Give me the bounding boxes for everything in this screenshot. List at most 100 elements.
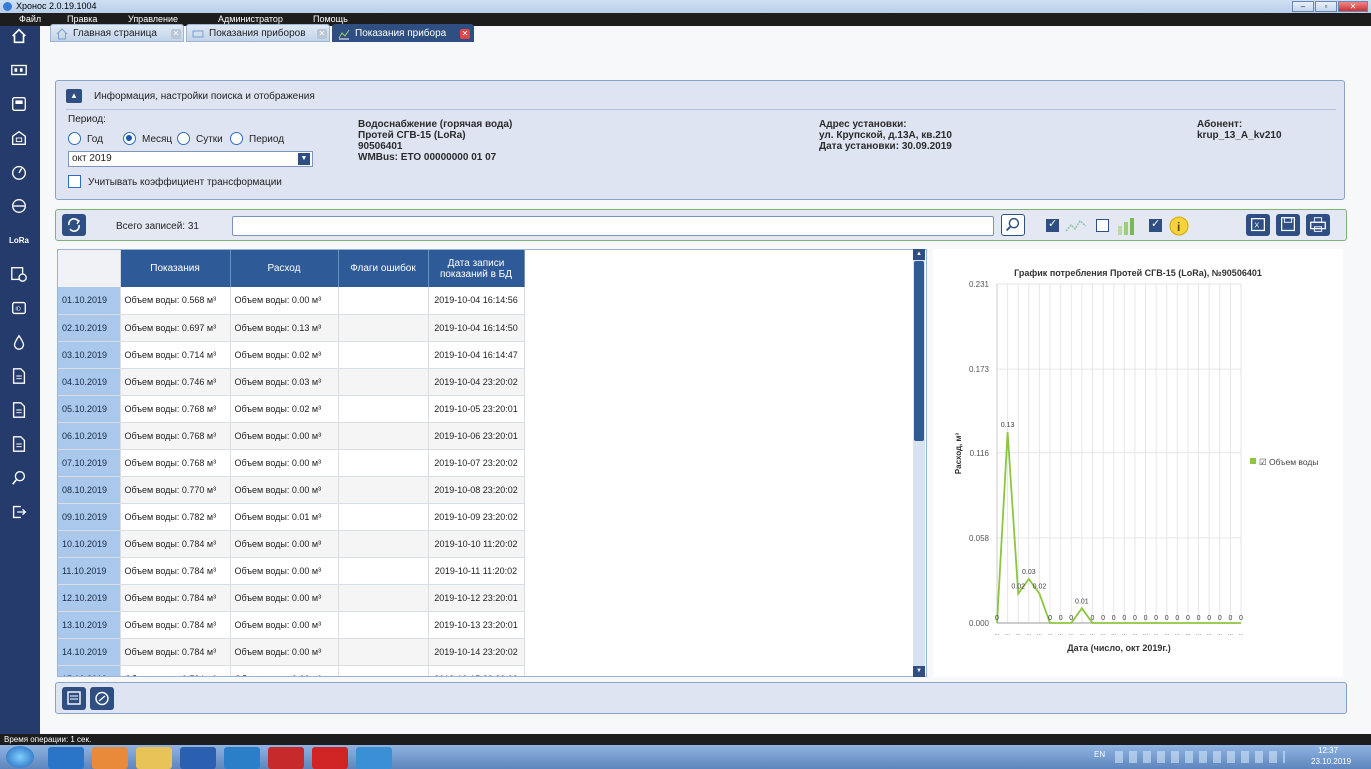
home-nav-icon[interactable] [9, 26, 29, 46]
close-icon[interactable]: ✕ [317, 29, 327, 39]
table-row[interactable]: 11.10.2019 Объем воды: 0.784 м³ Объем воды… [58, 557, 525, 585]
table-row[interactable]: 03.10.2019 Объем воды: 0.714 м³ Объем воды… [58, 341, 525, 369]
show-info-checkbox[interactable] [1149, 217, 1162, 232]
collapse-button[interactable]: ▲ [66, 89, 82, 103]
table-row[interactable]: 09.10.2019 Объем воды: 0.782 м³ Объем воды… [58, 503, 525, 531]
clock-date[interactable]: 23.10.2019 [1311, 757, 1351, 766]
table-row[interactable]: 04.10.2019 Объем воды: 0.746 м³ Объем воды… [58, 368, 525, 396]
refresh-button[interactable] [62, 214, 86, 236]
search-button[interactable] [1001, 214, 1025, 236]
transform-checkbox[interactable] [68, 175, 81, 188]
clock-time[interactable]: 12:37 [1318, 746, 1338, 755]
menu-file[interactable]: Файл [19, 13, 41, 26]
cell-readings: Объем воды: 0.768 м³ [120, 395, 231, 423]
device-nav-icon[interactable] [9, 94, 29, 114]
cell-date: 07.10.2019 [58, 449, 121, 477]
table-header-consumption[interactable]: Расход [230, 250, 339, 287]
language-indicator[interactable]: EN [1094, 750, 1105, 759]
search-input[interactable] [232, 216, 994, 236]
table-row[interactable]: 02.10.2019 Объем воды: 0.697 м³ Объем воды… [58, 314, 525, 342]
report2-nav-icon[interactable] [9, 400, 29, 420]
telegram-taskbar-icon[interactable] [224, 747, 260, 769]
radio-period[interactable] [230, 132, 243, 145]
x-tick-label: ... [1026, 631, 1031, 637]
cell-error-flags [338, 422, 429, 450]
info-icon[interactable]: i [1168, 215, 1190, 237]
cell-error-flags [338, 665, 429, 676]
table-row[interactable]: 01.10.2019 Объем воды: 0.568 м³ Объем воды… [58, 287, 525, 315]
pdf-taskbar-icon[interactable] [268, 747, 304, 769]
data-label: 0.02 [1011, 584, 1025, 591]
maximize-button[interactable]: ▫ [1315, 1, 1337, 12]
table-row[interactable]: 05.10.2019 Объем воды: 0.768 м³ Объем воды… [58, 395, 525, 423]
tab-meter-readings[interactable]: Показания прибора ✕ [332, 24, 474, 42]
tab-meters[interactable]: Показания приборов ✕ [186, 24, 330, 42]
period-select[interactable]: окт 2019 ▼ [68, 151, 313, 167]
table-row[interactable]: 15.10.2019Объем воды: 0.784 м³Объем воды… [58, 665, 525, 676]
gauge-nav-icon[interactable] [9, 162, 29, 182]
window-titlebar: Хронос 2.0.19.1004 – ▫ ✕ [0, 0, 1371, 13]
opera-taskbar-icon[interactable] [312, 747, 348, 769]
radio-year[interactable] [68, 132, 81, 145]
minimize-button[interactable]: – [1292, 1, 1314, 12]
report3-nav-icon[interactable] [9, 434, 29, 454]
close-icon[interactable]: ✕ [171, 29, 181, 39]
x-tick-label: ... [1101, 631, 1106, 637]
list-button[interactable] [62, 687, 86, 710]
id-nav-icon[interactable]: ID [9, 298, 29, 318]
close-icon[interactable]: ✕ [460, 29, 470, 39]
printer-icon [1310, 217, 1326, 232]
table-header-error-flags[interactable]: Флаги ошибок [338, 250, 429, 287]
show-bar-chart-checkbox[interactable] [1096, 219, 1109, 232]
table-row[interactable]: 13.10.2019 Объем воды: 0.784 м³ Объем воды… [58, 611, 525, 639]
show-chart-checkbox[interactable] [1046, 217, 1059, 232]
export-excel-button[interactable]: X [1246, 214, 1270, 236]
cell-date: 02.10.2019 [58, 314, 121, 342]
chevron-down-icon[interactable]: ▼ [298, 153, 310, 165]
word-taskbar-icon[interactable] [180, 747, 216, 769]
table-row[interactable]: 07.10.2019 Объем воды: 0.768 м³ Объем воды… [58, 449, 525, 477]
radio-day[interactable] [177, 132, 190, 145]
print-button[interactable] [1306, 214, 1330, 236]
report-nav-icon[interactable] [9, 366, 29, 386]
scroll-up-icon[interactable]: ▲ [913, 249, 925, 260]
x-tick-label: ... [1238, 631, 1243, 637]
settings-button[interactable] [90, 687, 114, 710]
table-header-readings[interactable]: Показания [120, 250, 231, 287]
building-nav-icon[interactable] [9, 128, 29, 148]
table-row[interactable]: 12.10.2019 Объем воды: 0.784 м³ Объем воды… [58, 584, 525, 612]
data-label: 0 [1207, 615, 1211, 622]
save-button[interactable] [1276, 214, 1300, 236]
scroll-thumb[interactable] [914, 261, 924, 441]
scroll-down-icon[interactable]: ▼ [913, 666, 925, 677]
water-drop-nav-icon[interactable] [9, 332, 29, 352]
cell-error-flags [338, 449, 429, 477]
ie-taskbar-icon[interactable] [48, 747, 84, 769]
media-taskbar-icon[interactable] [92, 747, 128, 769]
taskbar: EN 12:37 23.10.2019 [0, 745, 1371, 769]
table-header-db-date[interactable]: Дата записи показаний в БД [428, 250, 525, 287]
start-button[interactable] [6, 746, 34, 768]
lora-nav-icon[interactable]: LoRa [9, 230, 29, 250]
table-row[interactable]: 06.10.2019 Объем воды: 0.768 м³ Объем воды… [58, 422, 525, 450]
cell-date: 11.10.2019 [58, 557, 121, 585]
table-row[interactable]: 14.10.2019 Объем воды: 0.784 м³ Объем воды… [58, 638, 525, 666]
search-nav-icon[interactable] [9, 468, 29, 488]
table-row[interactable]: 08.10.2019 Объем воды: 0.770 м³ Объем воды… [58, 476, 525, 504]
radio-month[interactable] [123, 132, 136, 145]
sensor-nav-icon[interactable] [9, 196, 29, 216]
explorer-taskbar-icon[interactable] [136, 747, 172, 769]
chronos-taskbar-icon[interactable] [356, 747, 392, 769]
cell-consumption: Объем воды: 0.00 м³ [230, 476, 339, 504]
logout-nav-icon[interactable] [9, 502, 29, 522]
tray-icons[interactable] [1115, 751, 1285, 763]
x-tick-label: ... [1037, 631, 1042, 637]
schedule-nav-icon[interactable] [9, 264, 29, 284]
table-row[interactable]: 10.10.2019 Объем воды: 0.784 м³ Объем воды… [58, 530, 525, 558]
table-scrollbar[interactable]: ▲ ▼ [913, 249, 925, 677]
close-button[interactable]: ✕ [1338, 1, 1368, 12]
x-tick-label: ... [1132, 631, 1137, 637]
meter-nav-icon[interactable] [9, 60, 29, 80]
tab-home[interactable]: Главная страница ✕ [50, 24, 184, 42]
x-tick-label: ... [1048, 631, 1053, 637]
